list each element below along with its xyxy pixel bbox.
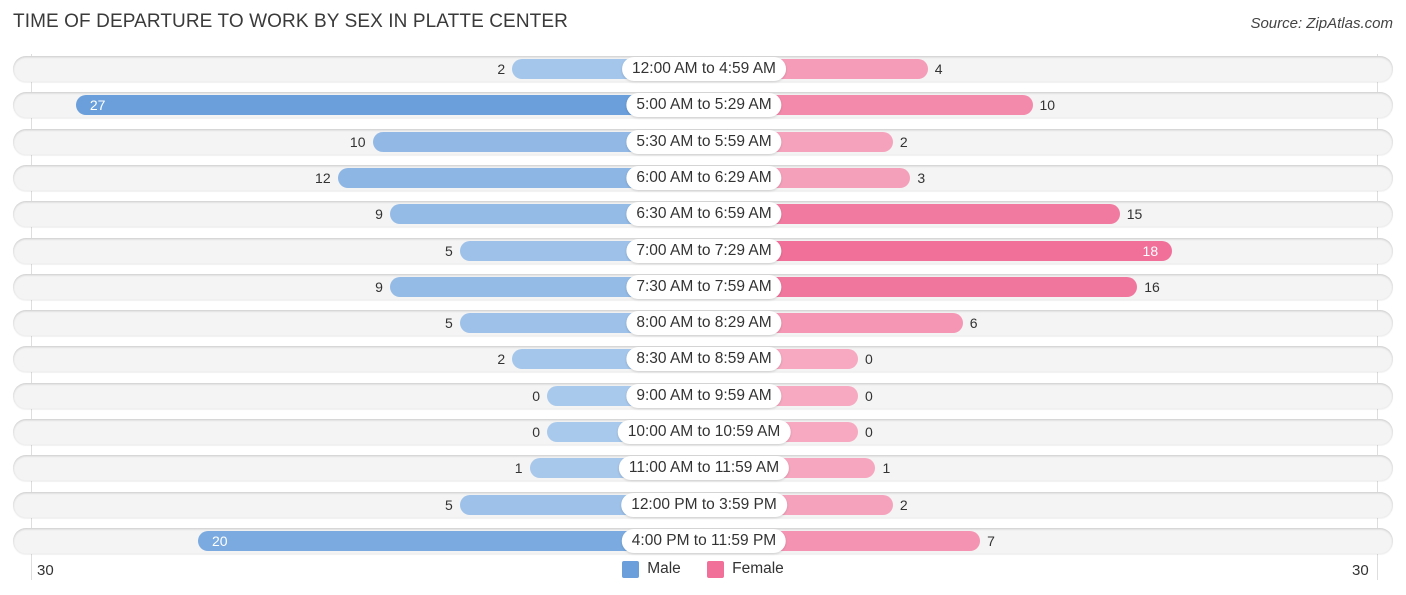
value-label-male: 5: [444, 496, 453, 513]
bar-male[interactable]: [75, 95, 704, 116]
legend-swatch-female: [707, 560, 725, 578]
value-label-female: 0: [865, 351, 873, 368]
value-label-female: 2: [899, 496, 908, 513]
legend-label-female: Female: [732, 560, 784, 577]
value-label-male: 27: [89, 97, 106, 114]
category-label: 9:00 AM to 9:59 AM: [626, 383, 782, 408]
value-label-male: 1: [514, 460, 523, 477]
value-label-male: 2: [497, 351, 506, 368]
value-label-female: 0: [865, 387, 873, 404]
value-label-male: 10: [349, 133, 366, 150]
legend-item-female[interactable]: Female: [707, 560, 784, 578]
category-label: 12:00 AM to 4:59 AM: [622, 57, 786, 81]
value-label-female: 16: [1144, 278, 1160, 295]
value-label-male: 0: [532, 424, 540, 440]
category-label: 12:00 PM to 3:59 PM: [621, 492, 787, 517]
value-label-female: 4: [934, 61, 943, 77]
category-label: 5:30 AM to 5:59 AM: [626, 129, 782, 154]
source-label: Source: ZipAtlas.com: [1250, 15, 1393, 32]
value-label-male: 20: [212, 532, 228, 549]
value-label-female: 2: [899, 133, 908, 150]
legend-item-male[interactable]: Male: [622, 560, 681, 578]
category-label: 4:00 PM to 11:59 PM: [621, 528, 787, 553]
legend-swatch-male: [622, 560, 640, 578]
category-label: 11:00 AM to 11:59 AM: [618, 456, 790, 481]
value-label-female: 3: [917, 169, 926, 186]
category-label: 8:30 AM to 8:59 AM: [626, 347, 782, 372]
category-label: 7:00 AM to 7:29 AM: [626, 238, 782, 263]
value-label-female: 6: [969, 315, 978, 332]
category-label: 8:00 AM to 8:29 AM: [626, 311, 782, 336]
value-label-female: 7: [987, 532, 995, 549]
value-label-male: 0: [532, 387, 540, 404]
value-label-female: 1: [882, 460, 891, 477]
value-label-male: 12: [315, 169, 331, 186]
legend-label-male: Male: [647, 560, 681, 577]
category-label: 6:30 AM to 6:59 AM: [626, 202, 782, 227]
value-label-female: 18: [1142, 242, 1159, 259]
category-label: 10:00 AM to 10:59 AM: [617, 420, 791, 444]
value-label-female: 15: [1126, 206, 1143, 223]
value-label-male: 9: [375, 206, 383, 223]
value-label-male: 9: [375, 278, 383, 295]
value-label-female: 0: [865, 424, 873, 440]
category-label: 5:00 AM to 5:29 AM: [626, 93, 782, 118]
value-label-male: 5: [444, 242, 453, 259]
legend: Male Female: [0, 560, 1406, 583]
value-label-male: 5: [444, 315, 453, 332]
chart-title: TIME OF DEPARTURE TO WORK BY SEX IN PLAT…: [13, 11, 568, 32]
category-label: 7:30 AM to 7:59 AM: [626, 274, 782, 299]
category-label: 6:00 AM to 6:29 AM: [626, 165, 782, 190]
value-label-female: 10: [1039, 97, 1056, 114]
value-label-male: 2: [497, 61, 506, 77]
